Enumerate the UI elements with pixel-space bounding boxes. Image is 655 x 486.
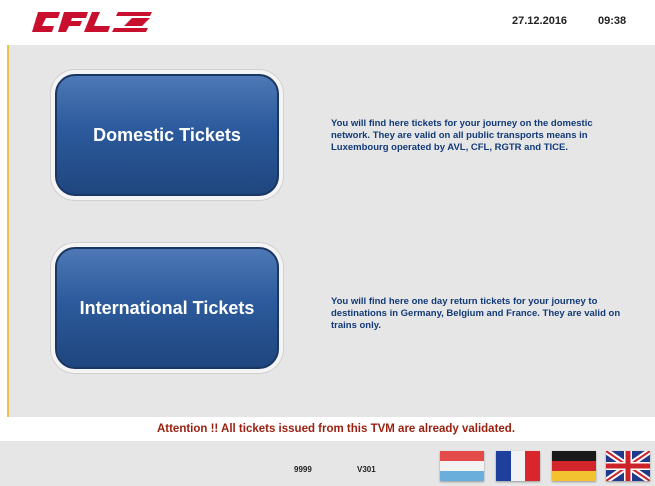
- luxembourg-flag-icon[interactable]: [440, 451, 484, 481]
- domestic-tickets-label: Domestic Tickets: [93, 124, 241, 145]
- attention-bar: Attention !! All tickets issued from thi…: [17, 417, 655, 441]
- international-tickets-button[interactable]: International Tickets: [55, 247, 279, 369]
- domestic-tickets-button[interactable]: Domestic Tickets: [55, 74, 279, 196]
- validation-notice: Attention !! All tickets issued from thi…: [156, 423, 516, 435]
- international-tickets-label: International Tickets: [79, 297, 255, 318]
- version-code: V301: [357, 465, 376, 474]
- time-display: 09:38: [598, 15, 627, 27]
- uk-flag-icon[interactable]: [606, 451, 650, 481]
- ticket-selection-panel: Domestic Tickets You will find here tick…: [7, 45, 655, 417]
- germany-flag-icon[interactable]: [552, 451, 596, 481]
- domestic-tickets-description: You will find here tickets for your jour…: [331, 118, 593, 153]
- date-display: 27.12.2016: [512, 15, 568, 27]
- international-tickets-description: You will find here one day return ticket…: [331, 296, 621, 331]
- cfl-logo: [32, 12, 152, 32]
- france-flag-icon[interactable]: [496, 451, 540, 481]
- header: 27.12.2016 09:38: [0, 0, 655, 45]
- machine-code: 9999: [294, 465, 312, 474]
- footer: 9999 V301: [0, 441, 655, 486]
